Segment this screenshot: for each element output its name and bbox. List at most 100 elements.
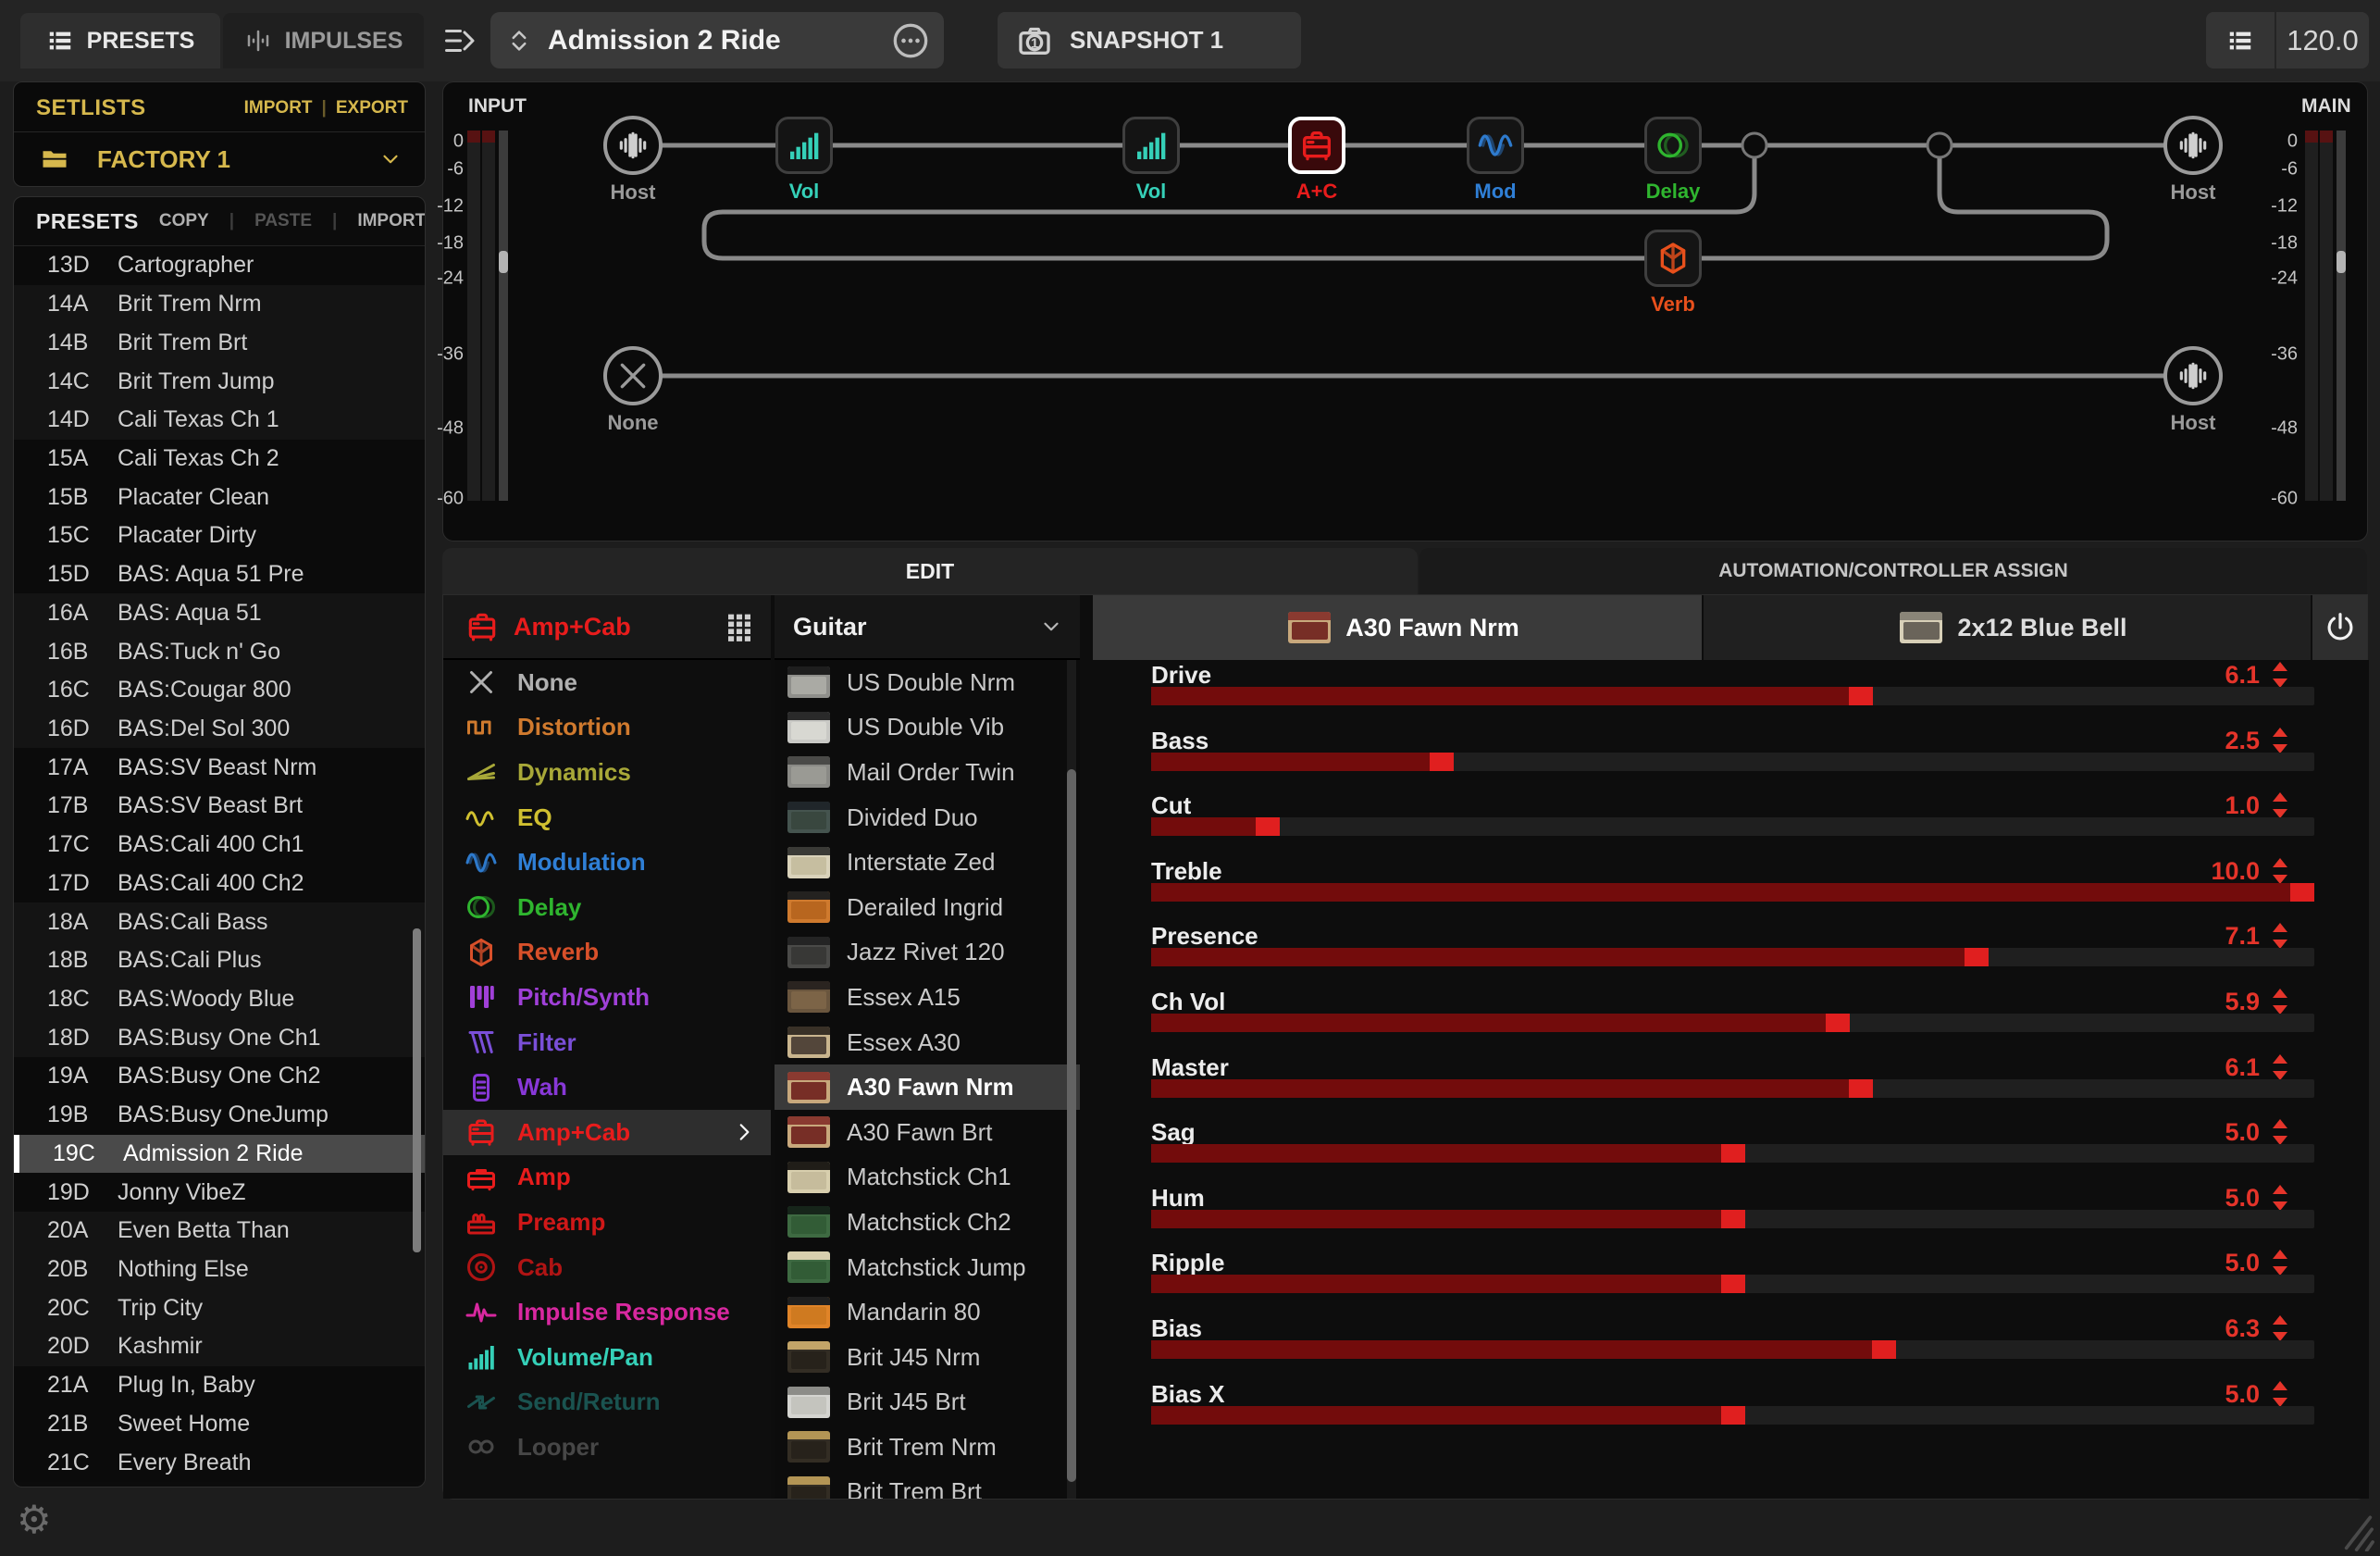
tab-cab-model[interactable]: 2x12 Blue Bell <box>1704 595 2311 660</box>
param-spinner[interactable] <box>2269 662 2291 690</box>
param-slider-track[interactable] <box>1151 883 2314 902</box>
value-up-arrow-icon[interactable] <box>2273 1054 2287 1064</box>
category-reverb[interactable]: Reverb <box>443 930 771 976</box>
param-spinner[interactable] <box>2269 1315 2291 1343</box>
setlists-export-button[interactable]: EXPORT <box>336 98 408 118</box>
setlists-import-button[interactable]: IMPORT <box>244 98 313 118</box>
category-send-return[interactable]: Send/Return <box>443 1380 771 1425</box>
model-a30-fawn-brt[interactable]: A30 Fawn Brt <box>775 1110 1080 1155</box>
chain-block-a-c[interactable] <box>1288 117 1345 174</box>
tab-presets[interactable]: PRESETS <box>20 13 220 68</box>
preset-row[interactable]: 14DCali Texas Ch 1 <box>14 401 425 440</box>
resize-grip-icon[interactable] <box>2332 1511 2374 1551</box>
preset-row[interactable]: 13DCartographer <box>14 246 425 285</box>
preset-row[interactable]: 15DBAS: Aqua 51 Pre <box>14 555 425 594</box>
preset-row[interactable]: 20AEven Betta Than <box>14 1212 425 1251</box>
preset-row[interactable]: 15CPlacater Dirty <box>14 517 425 555</box>
chain-block-mod[interactable] <box>1467 117 1524 174</box>
tempo-list-button[interactable] <box>2206 12 2275 68</box>
category-filter[interactable]: Filter <box>443 1020 771 1065</box>
preset-row[interactable]: 14CBrit Trem Jump <box>14 362 425 401</box>
category-amp-cab[interactable]: Amp+Cab <box>443 1110 771 1155</box>
merge-node[interactable] <box>1928 133 1952 157</box>
param-slider-handle[interactable] <box>1721 1210 1745 1228</box>
category-amp[interactable]: Amp <box>443 1155 771 1201</box>
model-scrollbar[interactable] <box>1067 769 1076 1482</box>
category-delay[interactable]: Delay <box>443 885 771 930</box>
model-derailed-ingrid[interactable]: Derailed Ingrid <box>775 885 1080 930</box>
preset-row[interactable]: 21APlug In, Baby <box>14 1366 425 1405</box>
chain-block-vol[interactable] <box>1122 117 1180 174</box>
param-slider-handle[interactable] <box>2290 883 2314 902</box>
param-spinner[interactable] <box>2269 923 2291 951</box>
block-bypass-button[interactable] <box>2312 595 2367 660</box>
preset-row[interactable]: 16DBAS:Del Sol 300 <box>14 710 425 749</box>
preset-row[interactable]: 18ABAS:Cali Bass <box>14 902 425 941</box>
param-slider-handle[interactable] <box>1872 1340 1896 1359</box>
chain-host-node[interactable] <box>603 116 663 175</box>
param-slider-track[interactable] <box>1151 753 2314 771</box>
preset-row[interactable]: 15BPlacater Clean <box>14 478 425 517</box>
value-up-arrow-icon[interactable] <box>2273 792 2287 802</box>
value-up-arrow-icon[interactable] <box>2273 989 2287 998</box>
category-volume-pan[interactable]: Volume/Pan <box>443 1335 771 1380</box>
model-us-double-nrm[interactable]: US Double Nrm <box>775 660 1080 705</box>
preset-row[interactable]: 20CTrip City <box>14 1288 425 1327</box>
param-slider-handle[interactable] <box>1721 1144 1745 1163</box>
param-slider-track[interactable] <box>1151 1275 2314 1293</box>
setlist-selector[interactable]: FACTORY 1 <box>14 132 425 186</box>
model-divided-duo[interactable]: Divided Duo <box>775 795 1080 840</box>
model-family-dropdown[interactable]: Guitar <box>775 595 1080 660</box>
preset-row[interactable]: 21BSweet Home <box>14 1405 425 1444</box>
model-us-double-vib[interactable]: US Double Vib <box>775 705 1080 751</box>
model-matchstick-ch2[interactable]: Matchstick Ch2 <box>775 1200 1080 1245</box>
preset-row[interactable]: 14ABrit Trem Nrm <box>14 285 425 324</box>
param-slider-handle[interactable] <box>1849 687 1873 705</box>
tab-amp-model[interactable]: A30 Fawn Nrm <box>1093 595 1702 660</box>
preset-menu-icon[interactable] <box>892 22 929 59</box>
category-dynamics[interactable]: Dynamics <box>443 750 771 795</box>
param-spinner[interactable] <box>2269 792 2291 820</box>
category-preamp[interactable]: Preamp <box>443 1200 771 1245</box>
value-up-arrow-icon[interactable] <box>2273 1119 2287 1128</box>
param-slider-handle[interactable] <box>1965 948 1989 966</box>
preset-row[interactable]: 16CBAS:Cougar 800 <box>14 671 425 710</box>
preset-row[interactable]: 16ABAS: Aqua 51 <box>14 593 425 632</box>
preset-row[interactable]: 20DKashmir <box>14 1327 425 1366</box>
model-brit-j45-brt[interactable]: Brit J45 Brt <box>775 1380 1080 1425</box>
param-slider-handle[interactable] <box>1256 817 1280 836</box>
model-mail-order-twin[interactable]: Mail Order Twin <box>775 750 1080 795</box>
value-up-arrow-icon[interactable] <box>2273 1185 2287 1194</box>
param-slider-track[interactable] <box>1151 1144 2314 1163</box>
param-spinner[interactable] <box>2269 858 2291 886</box>
param-slider-track[interactable] <box>1151 948 2314 966</box>
tempo-display[interactable]: 120.0 <box>2276 12 2369 68</box>
param-slider-track[interactable] <box>1151 1340 2314 1359</box>
category-looper[interactable]: Looper <box>443 1425 771 1470</box>
model-essex-a15[interactable]: Essex A15 <box>775 975 1080 1020</box>
preset-row[interactable]: 19BBAS:Busy OneJump <box>14 1096 425 1135</box>
preset-list-scrollbar[interactable] <box>413 928 421 1252</box>
split-node[interactable] <box>1742 133 1766 157</box>
param-slider-track[interactable] <box>1151 687 2314 705</box>
category-none[interactable]: None <box>443 660 771 705</box>
param-spinner[interactable] <box>2269 1250 2291 1277</box>
preset-prev-next-icon[interactable] <box>505 25 533 56</box>
param-slider-handle[interactable] <box>1826 1014 1850 1032</box>
value-up-arrow-icon[interactable] <box>2273 1315 2287 1325</box>
model-mandarin-80[interactable]: Mandarin 80 <box>775 1289 1080 1335</box>
param-slider-handle[interactable] <box>1849 1079 1873 1098</box>
chain-host-node[interactable] <box>2163 346 2223 405</box>
preset-row[interactable]: 16BBAS:Tuck n' Go <box>14 632 425 671</box>
preset-row[interactable]: 18BBAS:Cali Plus <box>14 941 425 980</box>
param-slider-handle[interactable] <box>1721 1406 1745 1425</box>
sidebar-toggle-icon[interactable] <box>440 24 477 57</box>
import-button[interactable]: IMPORT <box>357 211 426 231</box>
value-up-arrow-icon[interactable] <box>2273 923 2287 932</box>
preset-row[interactable]: 19DJonny VibeZ <box>14 1173 425 1212</box>
value-up-arrow-icon[interactable] <box>2273 1381 2287 1390</box>
param-slider-track[interactable] <box>1151 1014 2314 1032</box>
category-distortion[interactable]: Distortion <box>443 705 771 751</box>
copy-button[interactable]: COPY <box>159 211 209 231</box>
preset-row[interactable]: 19ABAS:Busy One Ch2 <box>14 1057 425 1096</box>
